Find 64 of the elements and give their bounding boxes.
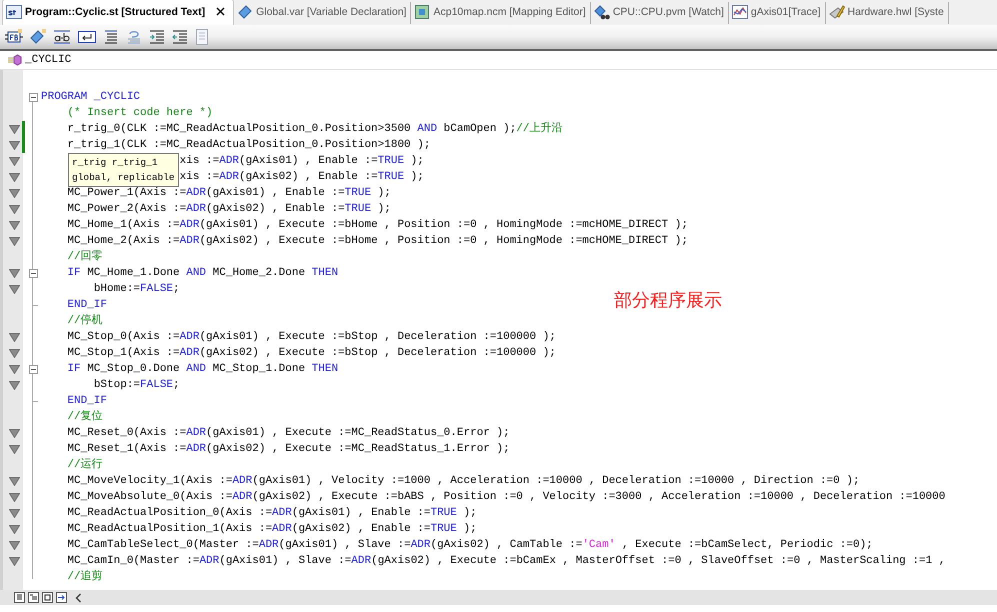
- code-line: //停机: [67, 313, 103, 329]
- horizontal-scrollbar[interactable]: [0, 590, 997, 605]
- outdent-icon[interactable]: [171, 28, 189, 46]
- code-line: MC_Reset_0(Axis :=ADR(gAxis01) , Execute :=MC_ReadStatus_0.Error );: [67, 426, 510, 441]
- align-lines-icon[interactable]: [102, 28, 120, 46]
- code-line: //回零: [67, 249, 103, 265]
- close-icon[interactable]: [214, 5, 228, 18]
- chip-icon: [414, 4, 430, 20]
- st-file-icon: [6, 4, 22, 20]
- code-line: END_IF: [67, 394, 108, 409]
- tree-view-icon[interactable]: [28, 592, 39, 603]
- code-line: MC_Home_1(Axis :=ADR(gAxis01) , Execute :=bHome , Position :=0 , HomingMode :=mcHOME_DIRECT );: [67, 218, 688, 233]
- code-line: xis :=ADR(gAxis01) , Enable :=TRUE );: [180, 154, 424, 169]
- code-line: IF MC_Stop_0.Done AND MC_Stop_1.Done THEN: [67, 362, 338, 377]
- tab[interactable]: CPU::CPU.pvm [Watch]: [590, 2, 729, 24]
- code-line: bHome:=FALSE;: [94, 282, 180, 297]
- tab[interactable]: gAxis01[Trace]: [728, 2, 826, 24]
- code-line: MC_Reset_1(Axis :=ADR(gAxis02) , Execute :=MC_ReadStatus_1.Error );: [67, 442, 510, 457]
- program-title: _CYCLIC: [25, 54, 72, 66]
- code-line: IF MC_Home_1.Done AND MC_Home_2.Done THEN: [67, 266, 338, 281]
- scroll-left-icon[interactable]: [75, 592, 82, 602]
- code-line: (* Insert code here *): [67, 106, 213, 121]
- tab[interactable]: Program::Cyclic.st [Structured Text]: [2, 0, 234, 25]
- code-line: MC_ReadActualPosition_1(Axis :=ADR(gAxis02) , Enable :=TRUE );: [67, 522, 477, 537]
- code-line: bStop:=FALSE;: [94, 378, 180, 393]
- code-line: MC_ReadActualPosition_0(Axis :=ADR(gAxis01) , Enable :=TRUE );: [67, 506, 477, 521]
- tooltip-text: global, replicable: [72, 171, 175, 185]
- code-line: MC_Home_2(Axis :=ADR(gAxis02) , Execute :=bHome , Position :=0 , HomingMode :=mcHOME_DIRECT );: [67, 234, 688, 249]
- tab[interactable]: Global.var [Variable Declaration]: [234, 2, 412, 24]
- collapse-box-icon[interactable]: [28, 268, 38, 278]
- code-line: //复位: [67, 409, 103, 425]
- tab[interactable]: Acp10map.ncm [Mapping Editor]: [411, 2, 591, 24]
- code-line: r_trig_0(CLK :=MC_ReadActualPosition_0.Position>3500 AND bCamOpen );//上升沿: [67, 121, 562, 137]
- collapse-box-icon[interactable]: [28, 92, 38, 102]
- program-gem-icon: [8, 54, 22, 66]
- code-line: END_IF: [67, 298, 108, 313]
- code-line: MC_MoveVelocity_1(Axis :=ADR(gAxis01) , Velocity :=1000 , Acceleration :=10000 , Deceleration :=10000 , Direction :=0 );: [67, 474, 860, 489]
- code-line: PROGRAM _CYCLIC: [41, 90, 140, 105]
- code-line: MC_Power_2(Axis :=ADR(gAxis02) , Enable :=TRUE );: [67, 202, 391, 217]
- split-view-icon[interactable]: [42, 592, 53, 603]
- indent-icon[interactable]: [148, 28, 166, 46]
- diamond-glasses-icon: [594, 4, 610, 20]
- annotation-text: 部分程序展示: [614, 289, 722, 312]
- code-line: r_trig_1(CLK :=MC_ReadActualPosition_0.Position>1800 );: [67, 138, 430, 153]
- diamond-icon: [237, 4, 254, 20]
- tooltip-text: r_trig r_trig_1: [72, 156, 159, 170]
- collapse-box-icon[interactable]: [28, 364, 38, 374]
- pencil-device-icon: [828, 4, 844, 20]
- code-line: MC_MoveAbsolute_0(Axis :=ADR(gAxis02) , Execute :=bABS , Position :=0 , Velocity :=3000 , Acceleration :=10000 , Deceleration :=10000: [67, 490, 946, 505]
- code-line: MC_Stop_1(Axis :=ADR(gAxis02) , Execute :=bStop , Deceleration :=100000 );: [67, 346, 556, 361]
- underlined-ab-icon[interactable]: [52, 28, 72, 46]
- diamond-icon[interactable]: [29, 28, 47, 46]
- list-view-icon[interactable]: [14, 592, 25, 603]
- tab[interactable]: Hardware.hwl [Syste: [826, 2, 949, 24]
- code-line: MC_CamTableSelect_0(Master :=ADR(gAxis01) , Slave :=ADR(gAxis02) , CamTable :='Cam' , Execute :=bCamSelect, Periodic :=0);: [67, 538, 873, 553]
- code-line: //运行: [67, 457, 103, 473]
- code-line: MC_Stop_0(Axis :=ADR(gAxis01) , Execute :=bStop , Deceleration :=100000 );: [67, 330, 556, 345]
- chart-trace-icon: [732, 4, 748, 20]
- undo-lines-icon[interactable]: [125, 28, 143, 46]
- code-line: xis :=ADR(gAxis02) , Enable :=TRUE );: [180, 170, 424, 185]
- arrow-view-icon[interactable]: [56, 592, 67, 603]
- code-line: //追剪: [67, 569, 103, 585]
- code-line: MC_CamIn_0(Master :=ADR(gAxis01) , Slave :=ADR(gAxis02) , Execute :=bCamEx , MasterOffset :=0 , SlaveOffset :=0 , MasterScaling :=1 ,: [67, 554, 946, 569]
- code-line: MC_Power_1(Axis :=ADR(gAxis01) , Enable :=TRUE );: [67, 186, 391, 201]
